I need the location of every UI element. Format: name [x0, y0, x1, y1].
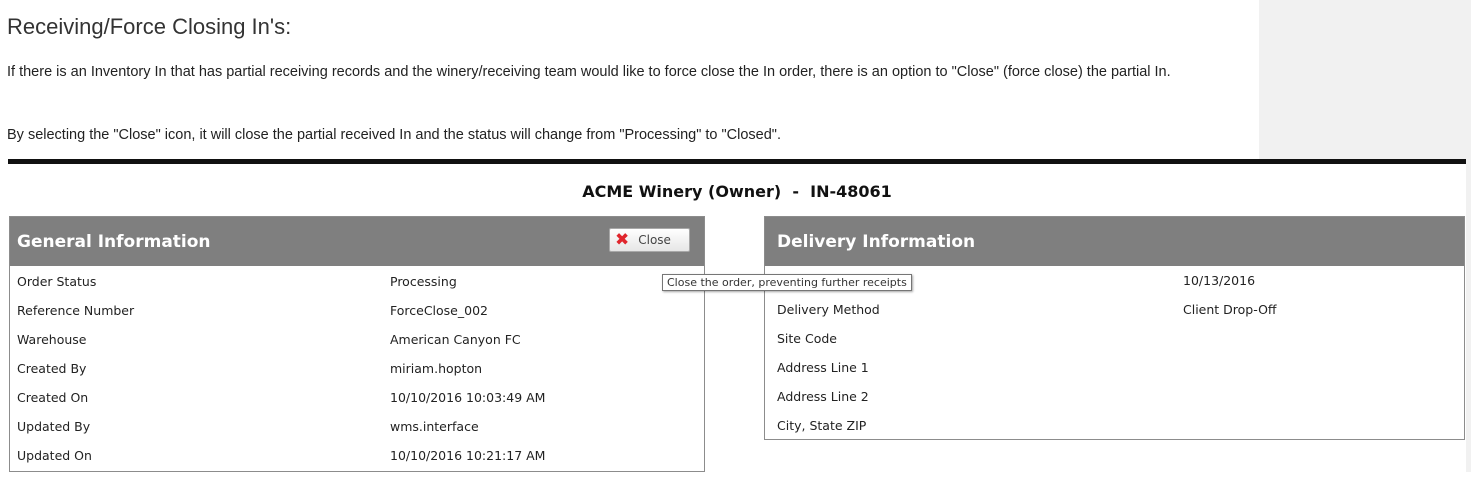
panel-title: Delivery Information — [777, 232, 976, 252]
general-information-panel: General Information ✖ Close Order Status… — [9, 216, 705, 472]
info-row: Address Line 1 — [765, 353, 1464, 382]
embedded-screenshot: ACME Winery (Owner) - IN-48061 General I… — [8, 164, 1466, 478]
field-value: 10/10/2016 10:21:17 AM — [390, 448, 546, 463]
field-value: 10/10/2016 10:03:49 AM — [390, 390, 546, 405]
close-button-label: Close — [638, 233, 671, 247]
field-value: American Canyon FC — [390, 332, 521, 347]
field-label: Updated On — [17, 448, 92, 463]
field-value: ForceClose_002 — [390, 303, 488, 318]
close-x-icon: ✖ — [615, 229, 630, 250]
delivery-information-panel: Delivery Information Expected Date10/13/… — [764, 216, 1465, 440]
field-label: Address Line 1 — [777, 360, 869, 375]
field-label: City, State ZIP — [777, 418, 867, 433]
field-value: Processing — [390, 274, 457, 289]
field-label: Updated By — [17, 419, 91, 434]
info-row: Updated On 10/10/2016 10:21:17 AM — [10, 441, 704, 470]
info-row: Site Code — [765, 324, 1464, 353]
info-row: Order Status Processing — [10, 267, 704, 296]
info-row: Reference Number ForceClose_002 — [10, 296, 704, 325]
field-label: Address Line 2 — [777, 389, 869, 404]
info-row: Updated By wms.interface — [10, 412, 704, 441]
panel-header: General Information ✖ Close — [10, 217, 704, 266]
field-label: Delivery Method — [777, 302, 880, 317]
doc-paragraph-2: By selecting the "Close" icon, it will c… — [7, 127, 781, 143]
doc-heading: Receiving/Force Closing In's: — [7, 14, 292, 39]
order-title: ACME Winery (Owner) - IN-48061 — [582, 182, 892, 201]
info-row: City, State ZIP — [765, 411, 1464, 440]
field-value: 10/13/2016 — [1183, 273, 1256, 288]
doc-paragraph-1: If there is an Inventory In that has par… — [7, 64, 1171, 80]
close-tooltip: Close the order, preventing further rece… — [662, 274, 912, 291]
info-row: Warehouse American Canyon FC — [10, 325, 704, 354]
info-row: Delivery Method Client Drop-Off — [765, 295, 1464, 324]
general-info-rows: Order Status Processing Reference Number Fo… — [10, 266, 704, 470]
delivery-info-rows: Expected Date10/13/2016Delivery MethodCl… — [765, 266, 1464, 440]
field-label: Created On — [17, 390, 89, 405]
field-value: wms.interface — [390, 419, 479, 434]
info-row: Address Line 2 — [765, 382, 1464, 411]
info-row: Created On 10/10/2016 10:03:49 AM — [10, 383, 704, 412]
info-row: Created By miriam.hopton — [10, 354, 704, 383]
field-label: Warehouse — [17, 332, 87, 347]
field-value: miriam.hopton — [390, 361, 483, 376]
field-label: Reference Number — [17, 303, 135, 318]
field-label: Created By — [17, 361, 87, 376]
panel-title: General Information — [17, 232, 211, 252]
field-label: Site Code — [777, 331, 837, 346]
field-value: Client Drop-Off — [1183, 302, 1277, 317]
field-label: Order Status — [17, 274, 97, 289]
panel-header: Delivery Information — [765, 217, 1464, 266]
close-order-button[interactable]: ✖ Close — [609, 228, 690, 252]
